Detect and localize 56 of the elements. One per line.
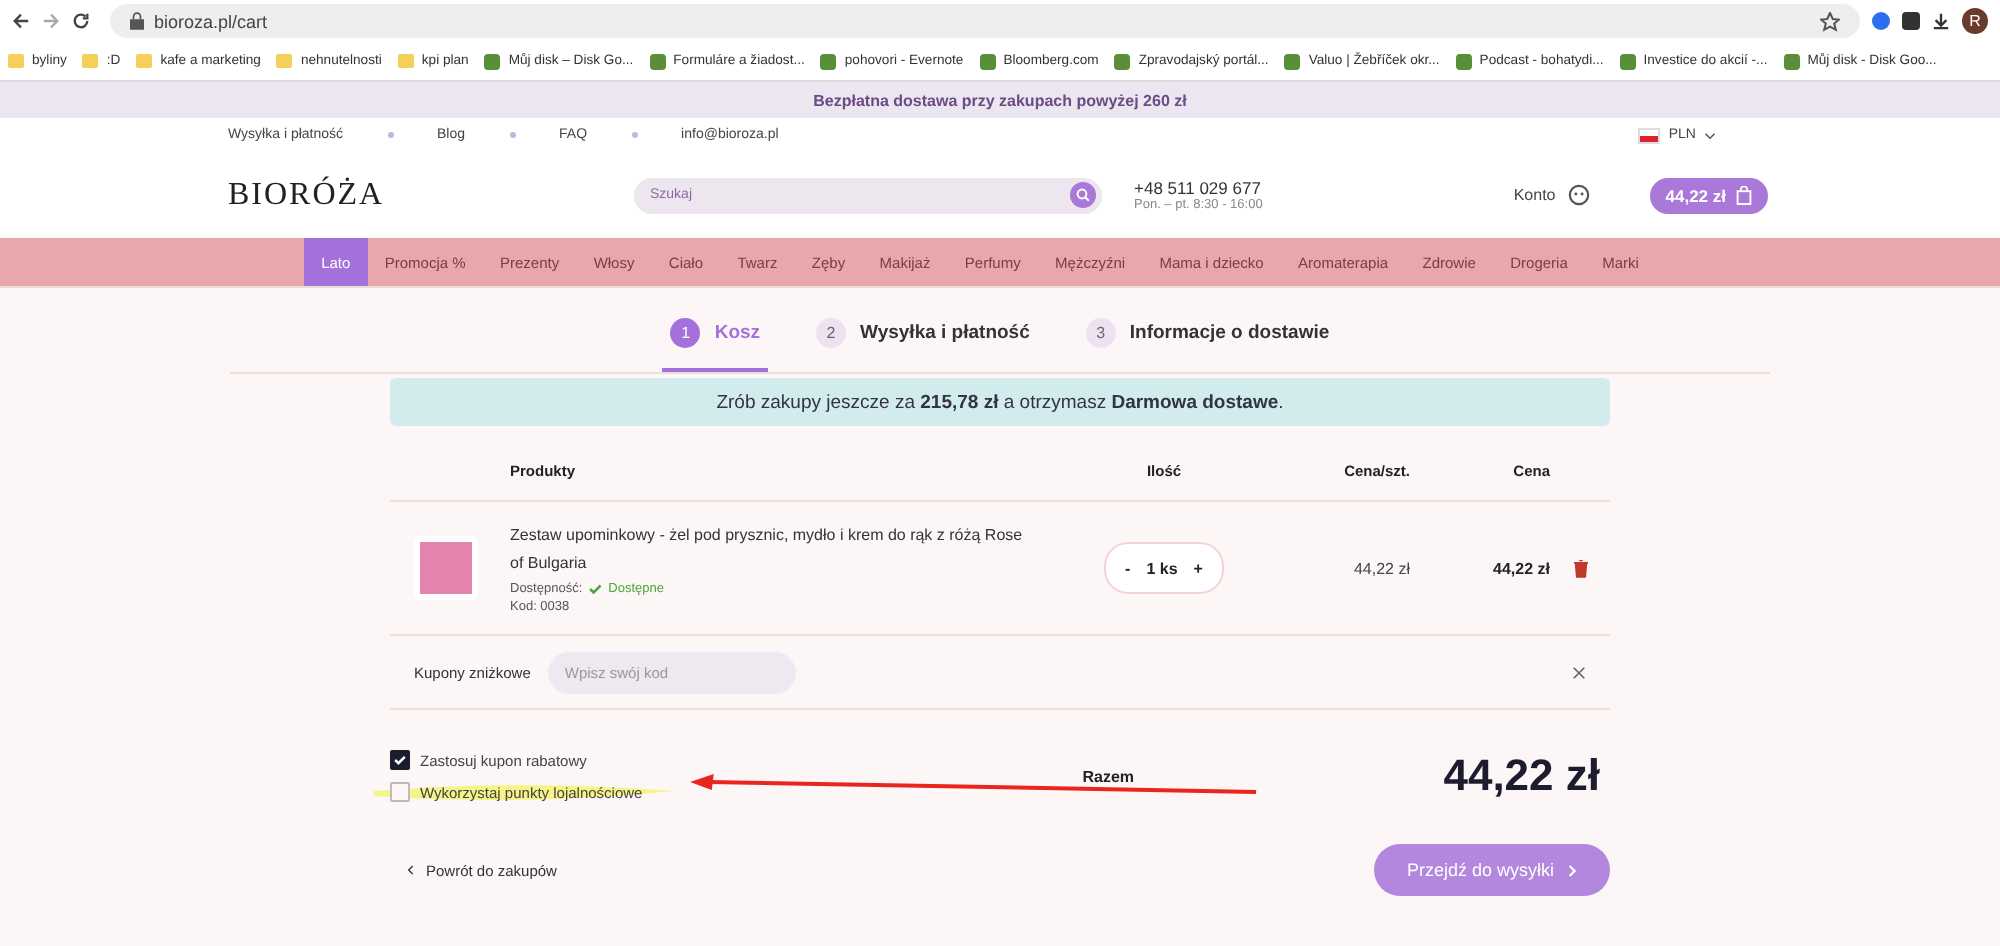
chevron-right-icon	[1568, 863, 1578, 877]
extension-icon[interactable]	[1872, 12, 1890, 30]
folder-icon	[136, 54, 153, 68]
phone-number: +48 511 029 677	[1134, 178, 1263, 198]
address-bar[interactable]: bioroza.pl/cart	[110, 4, 1860, 38]
site-icon	[1783, 53, 1800, 69]
site-icon	[1114, 53, 1131, 69]
increase-button[interactable]: +	[1193, 559, 1203, 577]
download-icon[interactable]	[1932, 12, 1950, 30]
check-icon	[588, 582, 603, 596]
account-link[interactable]: Konto	[1513, 184, 1590, 206]
back-icon[interactable]	[12, 12, 30, 30]
site-icon	[1284, 53, 1301, 69]
checkout-step[interactable]: 2 Wysyłka i płatność	[808, 318, 1038, 372]
bag-icon	[1736, 185, 1752, 205]
url-text: bioroza.pl/cart	[154, 11, 268, 31]
folder-icon	[397, 54, 414, 68]
checkbox[interactable]	[390, 750, 410, 770]
decrease-button[interactable]: -	[1125, 559, 1131, 577]
flag-icon	[1638, 127, 1661, 143]
site-icon	[1619, 53, 1636, 69]
checkout-step[interactable]: 1 Kosz	[662, 318, 769, 372]
profile-avatar[interactable]: R	[1962, 8, 1988, 34]
folder-icon	[276, 54, 293, 68]
site-icon	[1455, 53, 1472, 69]
free-shipping-notice: Zrób zakupy jeszcze za 215,78 zł a otrzymasz Darmowa dostawe.	[390, 378, 1610, 426]
product-photo-placeholder	[414, 536, 478, 600]
separator-dot	[509, 132, 516, 138]
folder-icon	[8, 54, 24, 68]
chevron-down-icon	[1704, 131, 1716, 139]
lock-icon	[130, 12, 144, 30]
promo-text: Bezpłatna dostawa przy zakupach powyżej 260 zł	[813, 91, 1187, 109]
total-label: Razem	[1082, 767, 1135, 785]
total-amount: 44,22 zł	[1443, 750, 1600, 802]
quantity-stepper[interactable]: - 1 ks +	[1103, 542, 1225, 594]
logo[interactable]: BIORÓŻA	[228, 177, 634, 213]
chevron-left-icon	[406, 864, 414, 876]
trash-icon[interactable]	[1573, 559, 1587, 577]
site-icon	[484, 53, 501, 69]
close-icon[interactable]	[1572, 665, 1586, 679]
face-icon	[1567, 184, 1590, 206]
reload-icon[interactable]	[72, 12, 90, 30]
star-icon[interactable]	[1820, 11, 1840, 31]
product-name[interactable]: Zestaw upominkowy - żel pod prysznic, mydło i krem do rąk z różą Rose of Bulgaria	[510, 522, 1038, 578]
line-total: 44,22 zł	[1491, 559, 1550, 577]
checkout-step[interactable]: 3 Informacje o dostawie	[1077, 318, 1338, 372]
separator-dot	[387, 132, 394, 138]
separator-dot	[631, 132, 638, 138]
unit-price: 44,22 zł	[1351, 559, 1410, 577]
site-icon	[649, 53, 666, 69]
checkbox[interactable]	[390, 782, 410, 802]
site-icon	[979, 53, 996, 69]
search-icon[interactable]	[1070, 182, 1096, 208]
quantity-value: 1 ks	[1146, 559, 1178, 577]
site-icon	[820, 53, 837, 69]
folder-icon	[82, 54, 99, 68]
